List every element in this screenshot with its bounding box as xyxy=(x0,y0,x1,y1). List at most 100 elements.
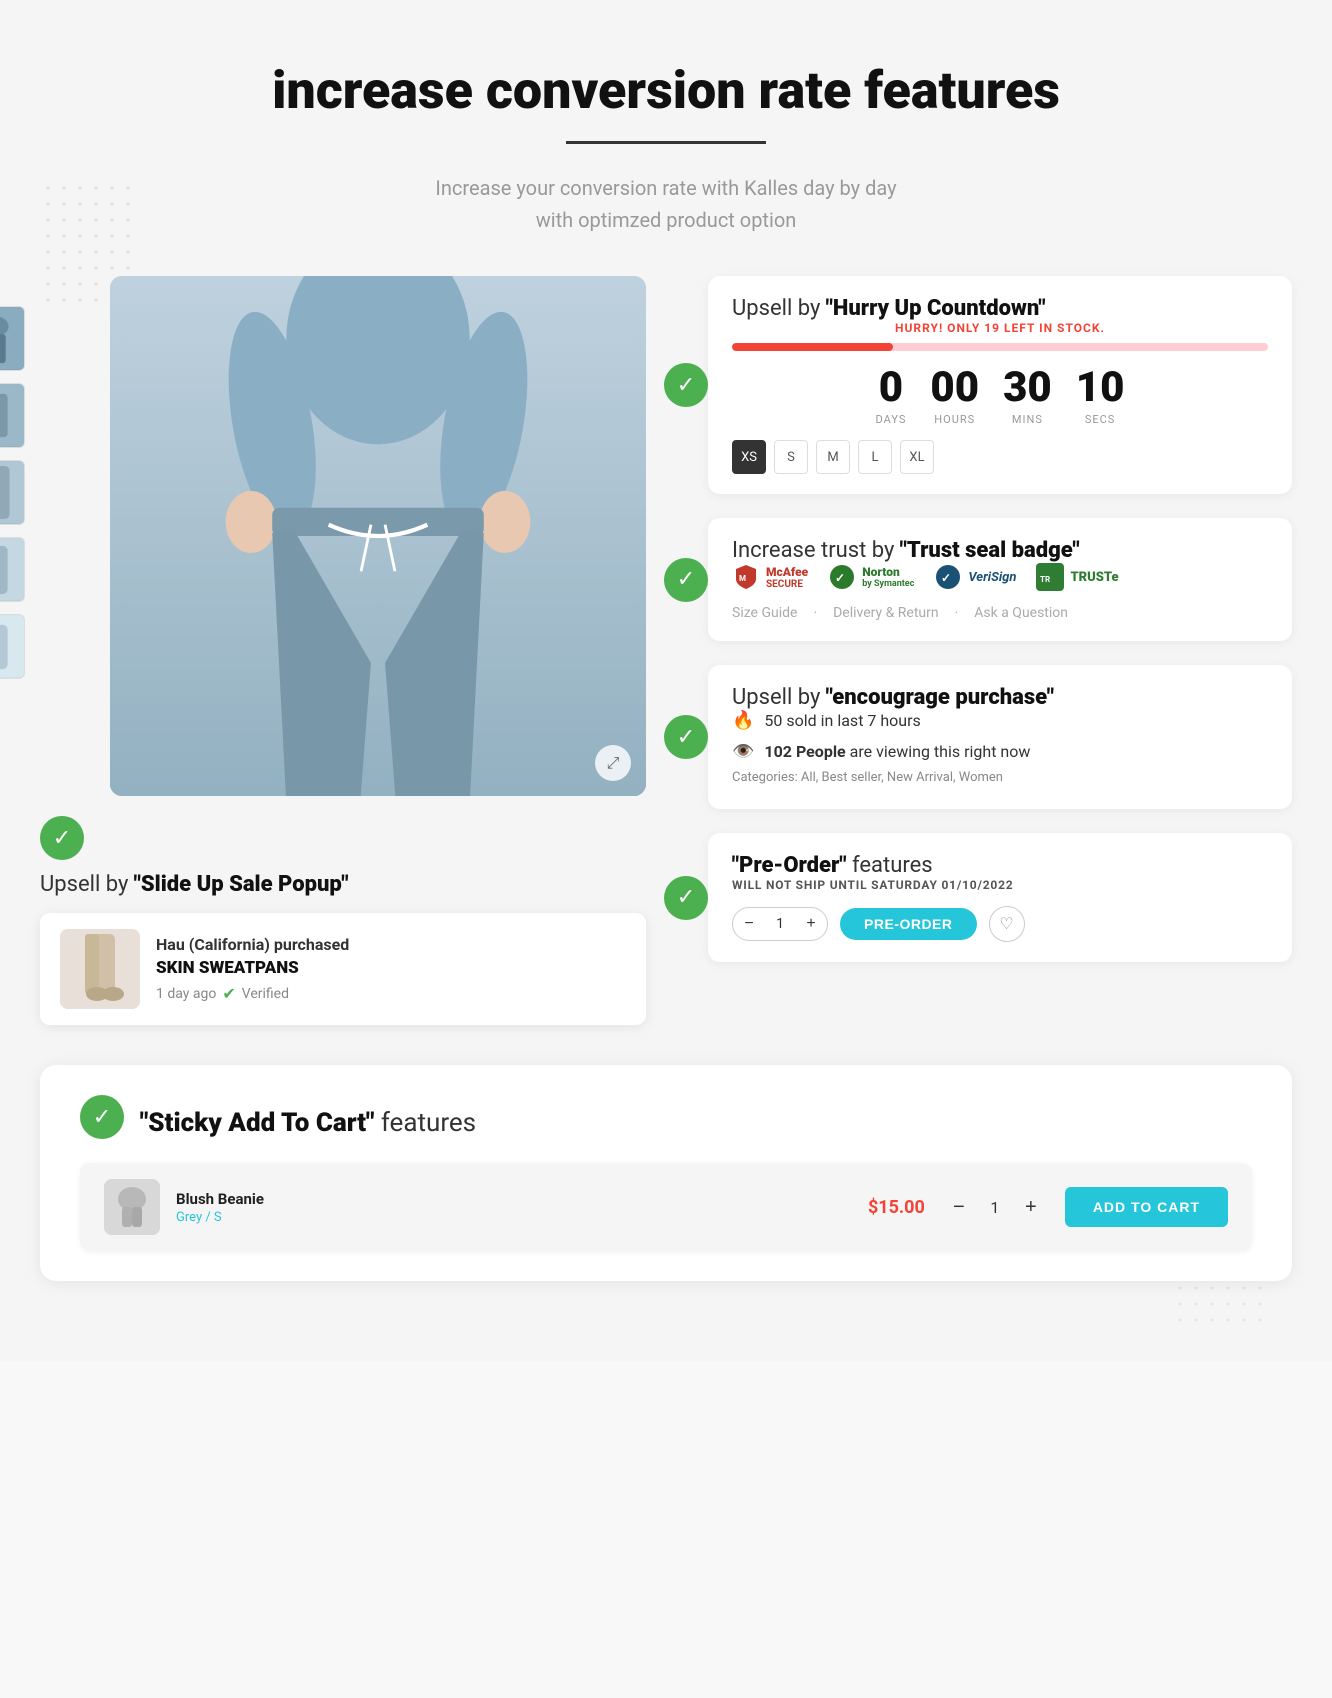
sticky-price: $15.00 xyxy=(868,1197,925,1218)
countdown-hurry-text: HURRY! ONLY 19 LEFT IN STOCK. xyxy=(732,321,1268,335)
sticky-product-variant: Grey / S xyxy=(176,1210,264,1225)
preorder-ship-text: WILL NOT SHIP UNTIL SATURDAY 01/10/2022 xyxy=(732,878,1268,892)
norton-icon: ✓ xyxy=(828,563,856,591)
encourage-item-1: 🔥 50 sold in last 7 hours xyxy=(732,710,1268,731)
sticky-add-to-cart-button[interactable]: ADD TO CART xyxy=(1065,1187,1228,1227)
popup-info: Hau (California) purchased SKIN SWEATPAN… xyxy=(156,935,349,1003)
truste-badge: TR TRUSTe xyxy=(1036,563,1118,591)
thumbnail-2[interactable] xyxy=(0,383,25,448)
sticky-qty-group: − 1 + xyxy=(945,1193,1045,1221)
sticky-cart-bar: Blush Beanie Grey / S $15.00 − 1 + ADD T… xyxy=(80,1163,1252,1251)
stock-progress-fill xyxy=(732,343,893,351)
sticky-section: ✓ "Sticky Add To Cart" features Blush Be… xyxy=(40,1065,1292,1281)
trust-wrapper: ✓ Increase trust by "Trust seal badge" M xyxy=(686,518,1292,641)
encourage-list: 🔥 50 sold in last 7 hours 👁️ 102 People … xyxy=(732,710,1268,762)
svg-text:✓: ✓ xyxy=(941,571,951,585)
preorder-qty-minus[interactable]: − xyxy=(733,908,765,940)
sticky-product-info: Blush Beanie Grey / S xyxy=(104,1179,264,1235)
trust-badge: ✓ xyxy=(664,558,708,602)
ask-question-link[interactable]: Ask a Question xyxy=(974,605,1068,621)
slideup-section: ✓ Upsell by "Slide Up Sale Popup" xyxy=(40,816,646,1025)
preorder-row: ✓ "Pre-Order" features WILL NOT SHIP UNT… xyxy=(686,833,1292,962)
thumbnail-5[interactable] xyxy=(0,614,25,679)
verified-icon: ✔ xyxy=(222,984,235,1003)
eye-icon: 👁️ xyxy=(732,741,754,762)
sticky-cart-controls: $15.00 − 1 + ADD TO CART xyxy=(868,1187,1228,1227)
sticky-qty-plus[interactable]: + xyxy=(1017,1193,1045,1221)
popup-product-name: SKIN SWEATPANS xyxy=(156,958,349,978)
sticky-qty-value: 1 xyxy=(985,1198,1005,1217)
countdown-mins: 30 MINS xyxy=(1003,367,1052,426)
product-main-image: ⤢ xyxy=(110,276,646,796)
preorder-controls: − 1 + PRE-ORDER ♡ xyxy=(732,906,1268,942)
right-column: ✓ Upsell by "Hurry Up Countdown" HURRY! … xyxy=(686,276,1292,1025)
stock-progress-bar xyxy=(732,343,1268,351)
svg-text:TR: TR xyxy=(1040,575,1050,584)
countdown-card: Upsell by "Hurry Up Countdown" HURRY! ON… xyxy=(708,276,1292,494)
size-xl[interactable]: XL xyxy=(900,440,934,474)
encourage-item-2: 👁️ 102 People are viewing this right now xyxy=(732,741,1268,762)
trust-badges-row: M McAfee SECURE xyxy=(732,563,1268,591)
product-area: ⤢ xyxy=(40,276,646,796)
slideup-badge: ✓ xyxy=(40,816,84,860)
countdown-secs: 10 SECS xyxy=(1076,367,1125,426)
page-title: increase conversion rate features xyxy=(40,60,1292,121)
page-wrapper: increase conversion rate features Increa… xyxy=(0,0,1332,1361)
countdown-numbers: 0 DAYS 00 HOURS 30 MINS xyxy=(732,367,1268,426)
countdown-badge: ✓ xyxy=(664,363,708,407)
size-m[interactable]: M xyxy=(816,440,850,474)
preorder-qty-plus[interactable]: + xyxy=(795,908,827,940)
thumbnail-1[interactable] xyxy=(0,306,25,371)
trust-row: ✓ Increase trust by "Trust seal badge" M xyxy=(686,518,1292,641)
category-tags: Categories: All, Best seller, New Arriva… xyxy=(732,770,1268,785)
popup-product-image xyxy=(60,929,140,1009)
fire-icon: 🔥 xyxy=(732,710,754,731)
sticky-title: "Sticky Add To Cart" features xyxy=(140,1108,476,1138)
verisign-badge: ✓ VeriSign xyxy=(934,563,1016,591)
thumbnail-3[interactable] xyxy=(0,460,25,525)
preorder-qty-control: − 1 + xyxy=(732,907,828,941)
size-xs[interactable]: XS xyxy=(732,440,766,474)
countdown-wrapper: ✓ Upsell by "Hurry Up Countdown" HURRY! … xyxy=(686,276,1292,494)
preorder-badge: ✓ xyxy=(664,876,708,920)
header-divider xyxy=(566,141,766,144)
countdown-row: ✓ Upsell by "Hurry Up Countdown" HURRY! … xyxy=(686,276,1292,494)
size-options: XS S M L XL xyxy=(732,440,1268,474)
trust-card: Increase trust by "Trust seal badge" M xyxy=(708,518,1292,641)
sticky-product-name: Blush Beanie xyxy=(176,1190,264,1208)
sticky-qty-minus[interactable]: − xyxy=(945,1193,973,1221)
size-s[interactable]: S xyxy=(774,440,808,474)
page-header: increase conversion rate features Increa… xyxy=(40,60,1292,236)
countdown-hours: 00 HOURS xyxy=(930,367,979,426)
popup-buyer: Hau (California) purchased xyxy=(156,935,349,954)
thumbnail-4[interactable] xyxy=(0,537,25,602)
sticky-header-row: ✓ "Sticky Add To Cart" features xyxy=(80,1095,1252,1151)
sticky-product-image xyxy=(104,1179,160,1235)
expand-button[interactable]: ⤢ xyxy=(595,745,631,781)
verisign-icon: ✓ xyxy=(934,563,962,591)
encourage-wrapper: ✓ Upsell by "encougrage purchase" 🔥 50 s… xyxy=(686,665,1292,809)
encourage-title: Upsell by "encougrage purchase" xyxy=(732,685,1268,710)
mcafee-badge: M McAfee SECURE xyxy=(732,563,808,591)
trust-title: Increase trust by "Trust seal badge" xyxy=(732,538,1268,563)
product-thumbnails xyxy=(0,306,25,679)
sticky-check-badge: ✓ xyxy=(80,1095,124,1139)
countdown-days: 0 DAYS xyxy=(876,367,907,426)
mcafee-icon: M xyxy=(732,563,760,591)
left-column: ⤢ ✓ Upsell by "Slide Up Sale Popup" xyxy=(40,276,646,1025)
encourage-badge: ✓ xyxy=(664,715,708,759)
preorder-card: "Pre-Order" features WILL NOT SHIP UNTIL… xyxy=(708,833,1292,962)
main-grid: ⤢ ✓ Upsell by "Slide Up Sale Popup" xyxy=(40,276,1292,1025)
preorder-button[interactable]: PRE-ORDER xyxy=(840,908,977,940)
encourage-card: Upsell by "encougrage purchase" 🔥 50 sol… xyxy=(708,665,1292,809)
svg-text:M: M xyxy=(739,574,746,583)
countdown-title: Upsell by "Hurry Up Countdown" xyxy=(732,296,1268,321)
encourage-row: ✓ Upsell by "encougrage purchase" 🔥 50 s… xyxy=(686,665,1292,809)
card-footer-links: Size Guide · Delivery & Return · Ask a Q… xyxy=(732,605,1268,621)
wishlist-button[interactable]: ♡ xyxy=(989,906,1025,942)
preorder-title: "Pre-Order" features xyxy=(732,853,1268,878)
svg-text:✓: ✓ xyxy=(835,571,845,585)
delivery-return-link[interactable]: Delivery & Return xyxy=(833,605,939,621)
size-l[interactable]: L xyxy=(858,440,892,474)
size-guide-link[interactable]: Size Guide xyxy=(732,605,797,621)
